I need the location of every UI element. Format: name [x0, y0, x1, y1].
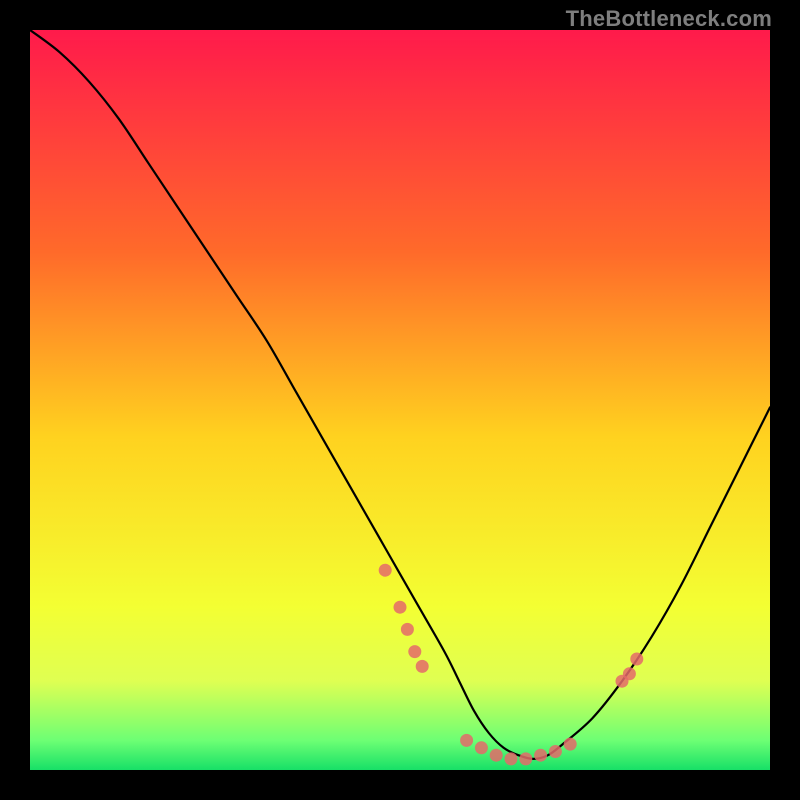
highlight-point — [519, 752, 532, 765]
chart-frame — [30, 30, 770, 770]
gradient-background — [30, 30, 770, 770]
highlight-point — [505, 752, 518, 765]
highlight-point — [401, 623, 414, 636]
highlight-point — [379, 564, 392, 577]
highlight-point — [416, 660, 429, 673]
bottleneck-chart — [30, 30, 770, 770]
highlight-point — [534, 749, 547, 762]
highlight-point — [394, 601, 407, 614]
highlight-point — [630, 653, 643, 666]
highlight-point — [475, 741, 488, 754]
highlight-point — [408, 645, 421, 658]
watermark-text: TheBottleneck.com — [566, 6, 772, 32]
highlight-point — [623, 667, 636, 680]
highlight-point — [460, 734, 473, 747]
highlight-point — [564, 738, 577, 751]
highlight-point — [549, 745, 562, 758]
highlight-point — [490, 749, 503, 762]
